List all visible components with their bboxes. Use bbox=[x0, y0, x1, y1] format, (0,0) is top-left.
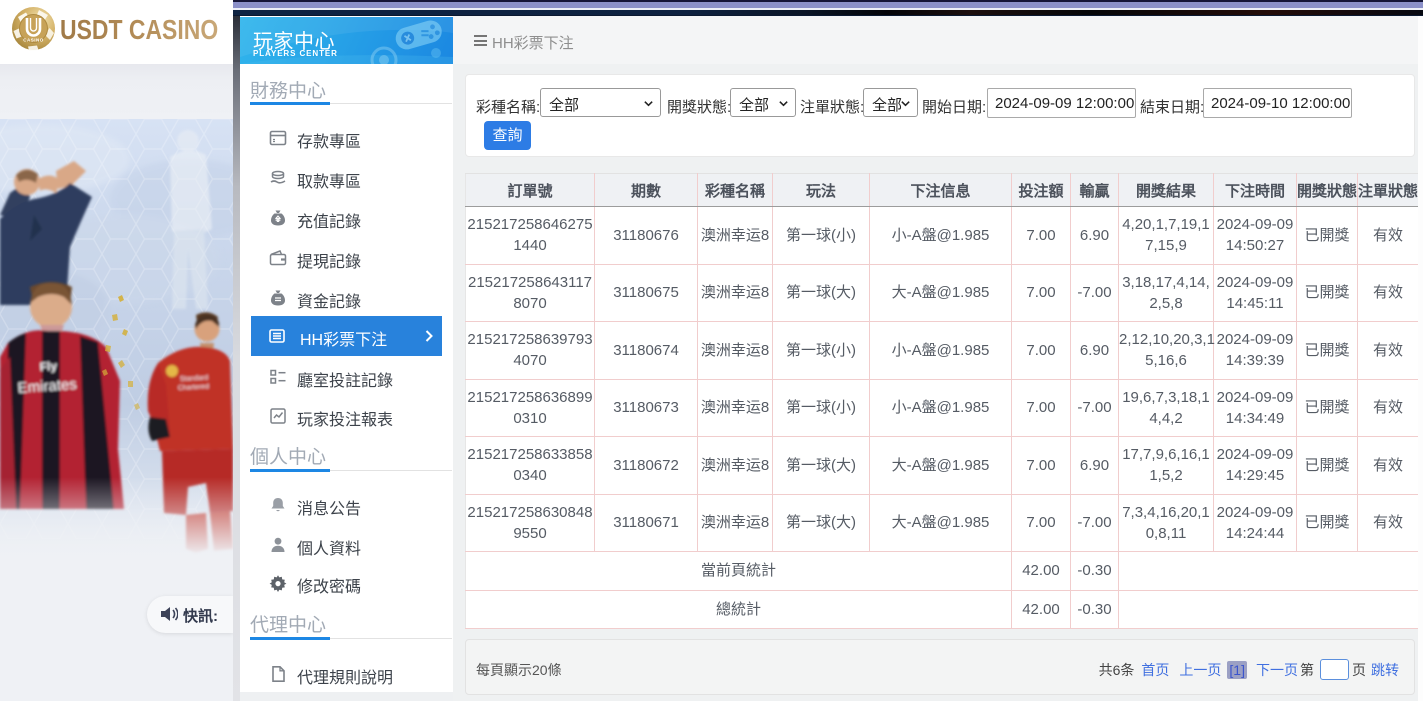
svg-text:CASINO: CASINO bbox=[23, 38, 44, 43]
svg-text:Fly: Fly bbox=[39, 359, 58, 374]
svg-text:Standard: Standard bbox=[180, 375, 209, 383]
